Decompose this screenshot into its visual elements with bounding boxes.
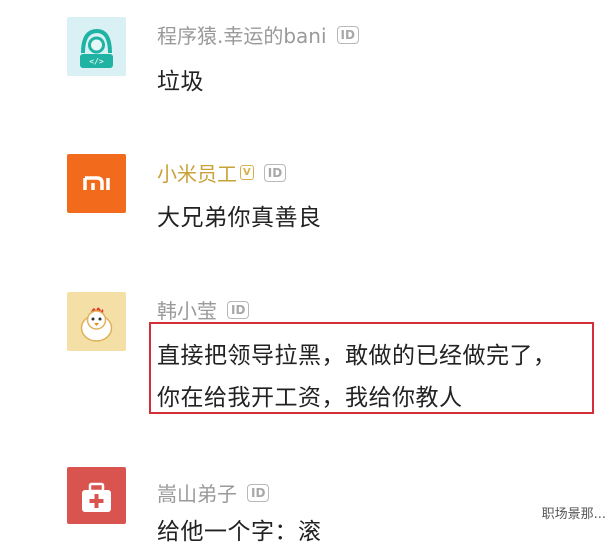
comment-text: 大兄弟你真善良 (157, 205, 322, 231)
first-aid-kit-icon (82, 482, 111, 512)
programmer-icon: </> (80, 28, 113, 68)
verified-badge-icon: V (240, 165, 254, 180)
username[interactable]: 嵩山弟子 (157, 478, 237, 507)
watermark: 职场景那... (541, 507, 606, 522)
avatar[interactable]: </> (67, 17, 126, 76)
svg-text:</>: </> (89, 57, 104, 66)
highlight-box (149, 322, 594, 414)
id-badge: ID (227, 300, 250, 319)
mi-logo-icon (83, 176, 110, 190)
username[interactable]: 程序猿.幸运的bani (157, 20, 327, 49)
username[interactable]: 小米员工 (157, 158, 237, 187)
id-badge: ID (247, 483, 270, 502)
avatar[interactable] (67, 292, 126, 351)
username[interactable]: 韩小莹 (157, 295, 217, 324)
id-badge: ID (263, 163, 287, 182)
id-badge: ID (336, 25, 359, 44)
comment-text: 垃圾 (157, 69, 204, 95)
avatar[interactable] (67, 467, 126, 524)
avatar[interactable] (67, 154, 126, 213)
comment-text: 给他一个字：滚 (157, 519, 322, 545)
chicken-icon (80, 307, 113, 342)
